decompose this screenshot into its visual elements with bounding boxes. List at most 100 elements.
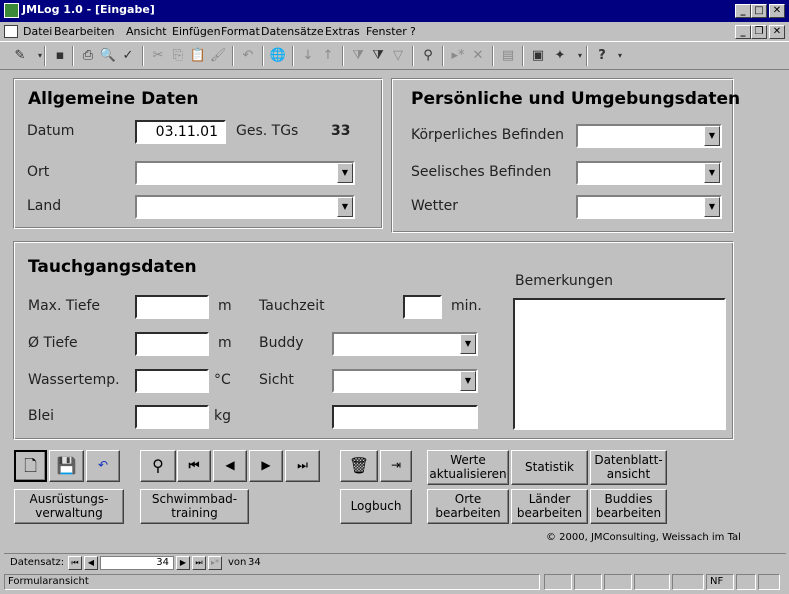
nav-last-icon[interactable]: ⏭	[192, 556, 206, 570]
extra-field[interactable]	[332, 405, 478, 429]
nav-prev-icon[interactable]: ◀	[84, 556, 98, 570]
lead-field[interactable]	[135, 405, 209, 429]
filter-by-form-icon[interactable]: ⧩	[368, 46, 388, 66]
mind-condition-dropdown[interactable]: ▼	[576, 161, 722, 185]
refresh-values-button[interactable]: Werte aktualisieren	[427, 450, 509, 485]
cut-icon[interactable]: ✂	[148, 46, 168, 66]
child-close-icon[interactable]: ✕	[769, 25, 785, 39]
weather-dropdown[interactable]: ▼	[576, 195, 722, 219]
nav-new-icon[interactable]: ▸*	[208, 556, 222, 570]
save-record-button[interactable]: 💾	[49, 450, 84, 482]
nav-first-icon[interactable]: ⏮	[68, 556, 82, 570]
hyperlink-icon[interactable]: 🌐	[268, 46, 288, 66]
body-condition-dropdown[interactable]: ▼	[576, 124, 722, 148]
first-record-button[interactable]: ⏮	[177, 450, 211, 482]
new-record-icon[interactable]: ▸*	[448, 46, 468, 66]
minimize-icon[interactable]: _	[735, 4, 751, 18]
print-icon[interactable]: ⎙	[78, 46, 98, 66]
statistics-button[interactable]: Statistik	[511, 450, 588, 485]
dive-time-field[interactable]	[403, 295, 442, 319]
remarks-textarea[interactable]	[513, 298, 726, 430]
personal-data-heading: Persönliche und Umgebungsdaten	[411, 89, 741, 109]
last-record-button[interactable]: ⏭	[285, 450, 320, 482]
chevron-down-icon[interactable]: ▼	[460, 334, 476, 354]
equipment-button[interactable]: Ausrüstungs- verwaltung	[14, 489, 124, 524]
format-painter-icon[interactable]: 🖌	[208, 46, 228, 66]
view-dropdown-icon[interactable]: ▾	[30, 46, 50, 66]
menu-extras[interactable]: Extras	[325, 25, 360, 38]
chevron-down-icon[interactable]: ▼	[704, 197, 720, 217]
delete-record-icon[interactable]: ✕	[468, 46, 488, 66]
save-icon[interactable]: ▪	[50, 46, 70, 66]
new-record-button[interactable]: 🗋	[14, 450, 47, 482]
toolbar-separator	[492, 46, 494, 66]
close-icon[interactable]: ✕	[769, 4, 785, 18]
sort-ascending-icon[interactable]: ↓	[298, 46, 318, 66]
help-dropdown-icon[interactable]: ▾	[610, 46, 630, 66]
nav-next-icon[interactable]: ▶	[176, 556, 190, 570]
menu-datensaetze[interactable]: Datensätze	[261, 25, 324, 38]
sort-descending-icon[interactable]: ↑	[318, 46, 338, 66]
land-dropdown[interactable]: ▼	[135, 195, 355, 219]
total-dives-value: 33	[331, 123, 351, 139]
filter-by-selection-icon[interactable]: ⧩	[348, 46, 368, 66]
spelling-icon[interactable]: ✓	[118, 46, 138, 66]
undo-record-button[interactable]: ↶	[86, 450, 120, 482]
chevron-down-icon[interactable]: ▼	[704, 163, 720, 183]
chevron-down-icon[interactable]: ▼	[337, 197, 353, 217]
chevron-down-icon[interactable]: ▼	[460, 371, 476, 391]
print-preview-icon[interactable]: 🔍	[98, 46, 118, 66]
paste-icon[interactable]: 📋	[188, 46, 208, 66]
pool-training-button[interactable]: Schwimmbad- training	[140, 489, 249, 524]
edit-buddies-button[interactable]: Buddies bearbeiten	[590, 489, 667, 524]
menu-datei[interactable]: Datei	[23, 25, 52, 38]
toolbar-separator	[262, 46, 264, 66]
datasheet-view-button[interactable]: Datenblatt- ansicht	[590, 450, 667, 485]
find-icon[interactable]: ⚲	[418, 46, 438, 66]
menu-ansicht[interactable]: Ansicht	[126, 25, 167, 38]
menu-bearbeiten[interactable]: Bearbeiten	[54, 25, 114, 38]
database-window-icon[interactable]: ▣	[528, 46, 548, 66]
copyright-text: © 2000, JMConsulting, Weissach im Tal	[546, 532, 741, 543]
water-temp-field[interactable]	[135, 369, 209, 393]
doc-icon[interactable]	[4, 25, 18, 38]
date-field[interactable]: 03.11.01	[135, 120, 226, 144]
next-record-button[interactable]: ▶	[249, 450, 283, 482]
chevron-down-icon[interactable]: ▼	[337, 163, 353, 183]
maximize-icon[interactable]: □	[751, 4, 767, 18]
menu-format[interactable]: Format	[221, 25, 260, 38]
child-minimize-icon[interactable]: _	[735, 25, 751, 39]
chevron-down-icon[interactable]: ▼	[704, 126, 720, 146]
sight-dropdown[interactable]: ▼	[332, 369, 478, 393]
logbook-button[interactable]: Logbuch	[340, 489, 412, 524]
toolbar-separator	[586, 46, 588, 66]
edit-countries-button[interactable]: Länder bearbeiten	[511, 489, 588, 524]
undo-icon[interactable]: ↶	[238, 46, 258, 66]
buddy-dropdown[interactable]: ▼	[332, 332, 478, 356]
record-total: 34	[248, 557, 261, 568]
new-object-icon[interactable]: ✦	[550, 46, 570, 66]
find-button[interactable]: ⚲	[140, 450, 176, 482]
exit-button[interactable]: ⇥	[380, 450, 412, 482]
menu-fenster[interactable]: Fenster	[366, 25, 407, 38]
avg-depth-field[interactable]	[135, 332, 209, 356]
menu-einfuegen[interactable]: Einfügen	[172, 25, 221, 38]
avg-depth-label: Ø Tiefe	[28, 335, 78, 351]
status-pane	[672, 574, 704, 590]
status-pane	[758, 574, 780, 590]
edit-places-button[interactable]: Orte bearbeiten	[427, 489, 509, 524]
apply-filter-icon[interactable]: ▽	[388, 46, 408, 66]
ort-dropdown[interactable]: ▼	[135, 161, 355, 185]
child-restore-icon[interactable]: ❐	[751, 25, 767, 39]
menu-help[interactable]: ?	[410, 25, 416, 38]
properties-icon[interactable]: ▤	[498, 46, 518, 66]
help-icon[interactable]: ?	[592, 46, 612, 66]
toolbar-separator	[522, 46, 524, 66]
design-view-icon[interactable]: ✎	[10, 46, 30, 66]
record-number-field[interactable]: 34	[100, 556, 174, 570]
copy-icon[interactable]: ⎘	[168, 46, 188, 66]
status-pane	[544, 574, 572, 590]
delete-record-button[interactable]: 🗑	[340, 450, 378, 482]
max-depth-field[interactable]	[135, 295, 209, 319]
previous-record-button[interactable]: ◀	[213, 450, 247, 482]
